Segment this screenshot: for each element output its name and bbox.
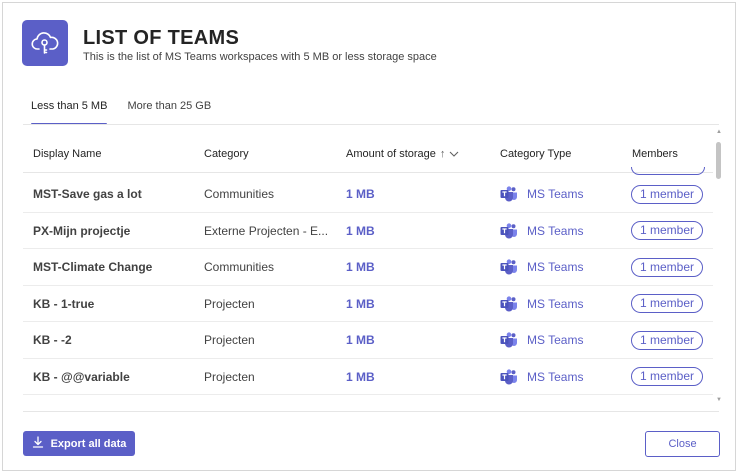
team-storage: 1 MB xyxy=(346,187,375,201)
tab-divider xyxy=(23,124,719,125)
list-of-teams-dialog: LIST OF TEAMS This is the list of MS Tea… xyxy=(2,2,736,471)
category-type-cell: MS Teams xyxy=(500,322,583,358)
members-cell: 1 member xyxy=(631,359,704,395)
column-header-category-type[interactable]: Category Type xyxy=(500,148,571,160)
category-type-label: MS Teams xyxy=(527,187,584,201)
team-display-name[interactable]: PX-Mijn projectje xyxy=(33,213,130,249)
team-category: Projecten xyxy=(204,333,255,347)
team-display-name[interactable]: KB - -2 xyxy=(33,322,72,358)
column-header-storage[interactable]: Amount of storage ↑ xyxy=(346,148,459,160)
team-storage: 1 MB xyxy=(346,296,375,311)
team-storage: 1 MB xyxy=(346,223,375,238)
category-type-cell: MS Teams xyxy=(500,286,583,322)
scroll-up-arrow-icon[interactable]: ▲ xyxy=(714,127,724,137)
team-storage: 1 MB xyxy=(346,369,375,384)
tab-less-than-5mb[interactable]: Less than 5 MB xyxy=(31,99,108,125)
table-scrollbar[interactable]: ▲ ▼ xyxy=(713,127,725,405)
team-storage: 1 MB xyxy=(346,333,375,347)
partial-member-badge xyxy=(631,167,705,175)
table-row[interactable]: PX-Mijn projectje Externe Projecten - E..… xyxy=(23,213,713,249)
team-category: Externe Projecten - E... xyxy=(204,223,329,238)
table-row[interactable]: MST-Climate Change Communities 1 MB MS Team… xyxy=(23,249,713,286)
team-storage: 1 MB xyxy=(346,260,375,274)
table-header: Display Name Category Amount of storage … xyxy=(23,133,713,173)
category-type-cell: MS Teams xyxy=(500,249,583,285)
team-category: Communities xyxy=(204,187,275,201)
download-icon xyxy=(32,436,44,451)
ms-teams-icon xyxy=(500,368,518,385)
tab-list: Less than 5 MB More than 25 GB xyxy=(31,99,211,125)
category-type-label: MS Teams xyxy=(527,260,584,274)
tab-more-than-25gb[interactable]: More than 25 GB xyxy=(127,99,211,125)
team-display-name[interactable]: MST-Save gas a lot xyxy=(33,176,142,212)
member-count-badge[interactable]: 1 member xyxy=(631,330,704,350)
category-type-label: MS Teams xyxy=(527,296,584,311)
export-all-data-button[interactable]: Export all data xyxy=(23,431,135,456)
category-type-label: MS Teams xyxy=(527,333,584,347)
ms-teams-icon xyxy=(500,259,518,275)
scrollbar-thumb[interactable] xyxy=(716,142,721,179)
member-count-badge[interactable]: 1 member xyxy=(631,184,704,204)
team-display-name[interactable]: KB - @@variable xyxy=(33,359,130,395)
members-cell: 1 member xyxy=(631,213,704,249)
export-button-label: Export all data xyxy=(50,437,127,450)
cloud-key-icon xyxy=(22,20,68,66)
members-cell: 1 member xyxy=(631,322,704,358)
footer-divider xyxy=(23,411,719,412)
team-category: Projecten xyxy=(204,296,255,311)
team-category: Projecten xyxy=(204,369,255,384)
category-type-cell: MS Teams xyxy=(500,359,583,395)
scroll-down-arrow-icon[interactable]: ▼ xyxy=(714,395,724,405)
category-type-label: MS Teams xyxy=(527,369,584,384)
member-count-badge[interactable]: 1 member xyxy=(631,294,704,313)
team-display-name[interactable]: KB - 1-true xyxy=(33,286,94,322)
close-button[interactable]: Close xyxy=(645,431,720,457)
column-header-category[interactable]: Category xyxy=(204,148,249,160)
table-row[interactable]: KB - -2 Projecten 1 MB MS Teams 1 member xyxy=(23,322,713,359)
category-type-cell: MS Teams xyxy=(500,213,583,249)
table-row[interactable]: KB - 1-true Projecten 1 MB MS Teams 1 member xyxy=(23,286,713,322)
member-count-badge[interactable]: 1 member xyxy=(631,221,704,240)
member-count-badge[interactable]: 1 member xyxy=(631,367,704,386)
ms-teams-icon xyxy=(500,295,518,312)
members-cell: 1 member xyxy=(631,176,704,212)
teams-table: Display Name Category Amount of storage … xyxy=(23,133,713,405)
column-header-members[interactable]: Members xyxy=(632,148,678,160)
dialog-title: LIST OF TEAMS xyxy=(83,27,240,49)
ms-teams-icon xyxy=(500,186,518,202)
ms-teams-icon xyxy=(500,332,518,348)
members-cell: 1 member xyxy=(631,286,704,322)
ms-teams-icon xyxy=(500,222,518,239)
dialog-subtitle: This is the list of MS Teams workspaces … xyxy=(83,51,437,63)
column-header-display-name[interactable]: Display Name xyxy=(33,148,101,160)
category-type-cell: MS Teams xyxy=(500,176,583,212)
category-type-label: MS Teams xyxy=(527,223,584,238)
chevron-down-icon[interactable] xyxy=(449,149,459,159)
members-cell: 1 member xyxy=(631,249,704,285)
table-row[interactable]: MST-Save gas a lot Communities 1 MB MS Team… xyxy=(23,176,713,213)
sort-ascending-icon: ↑ xyxy=(439,148,446,160)
team-category: Communities xyxy=(204,260,275,274)
table-row[interactable]: KB - @@variable Projecten 1 MB MS Teams 1 me… xyxy=(23,359,713,395)
team-display-name[interactable]: MST-Climate Change xyxy=(33,249,152,285)
member-count-badge[interactable]: 1 member xyxy=(631,257,704,277)
